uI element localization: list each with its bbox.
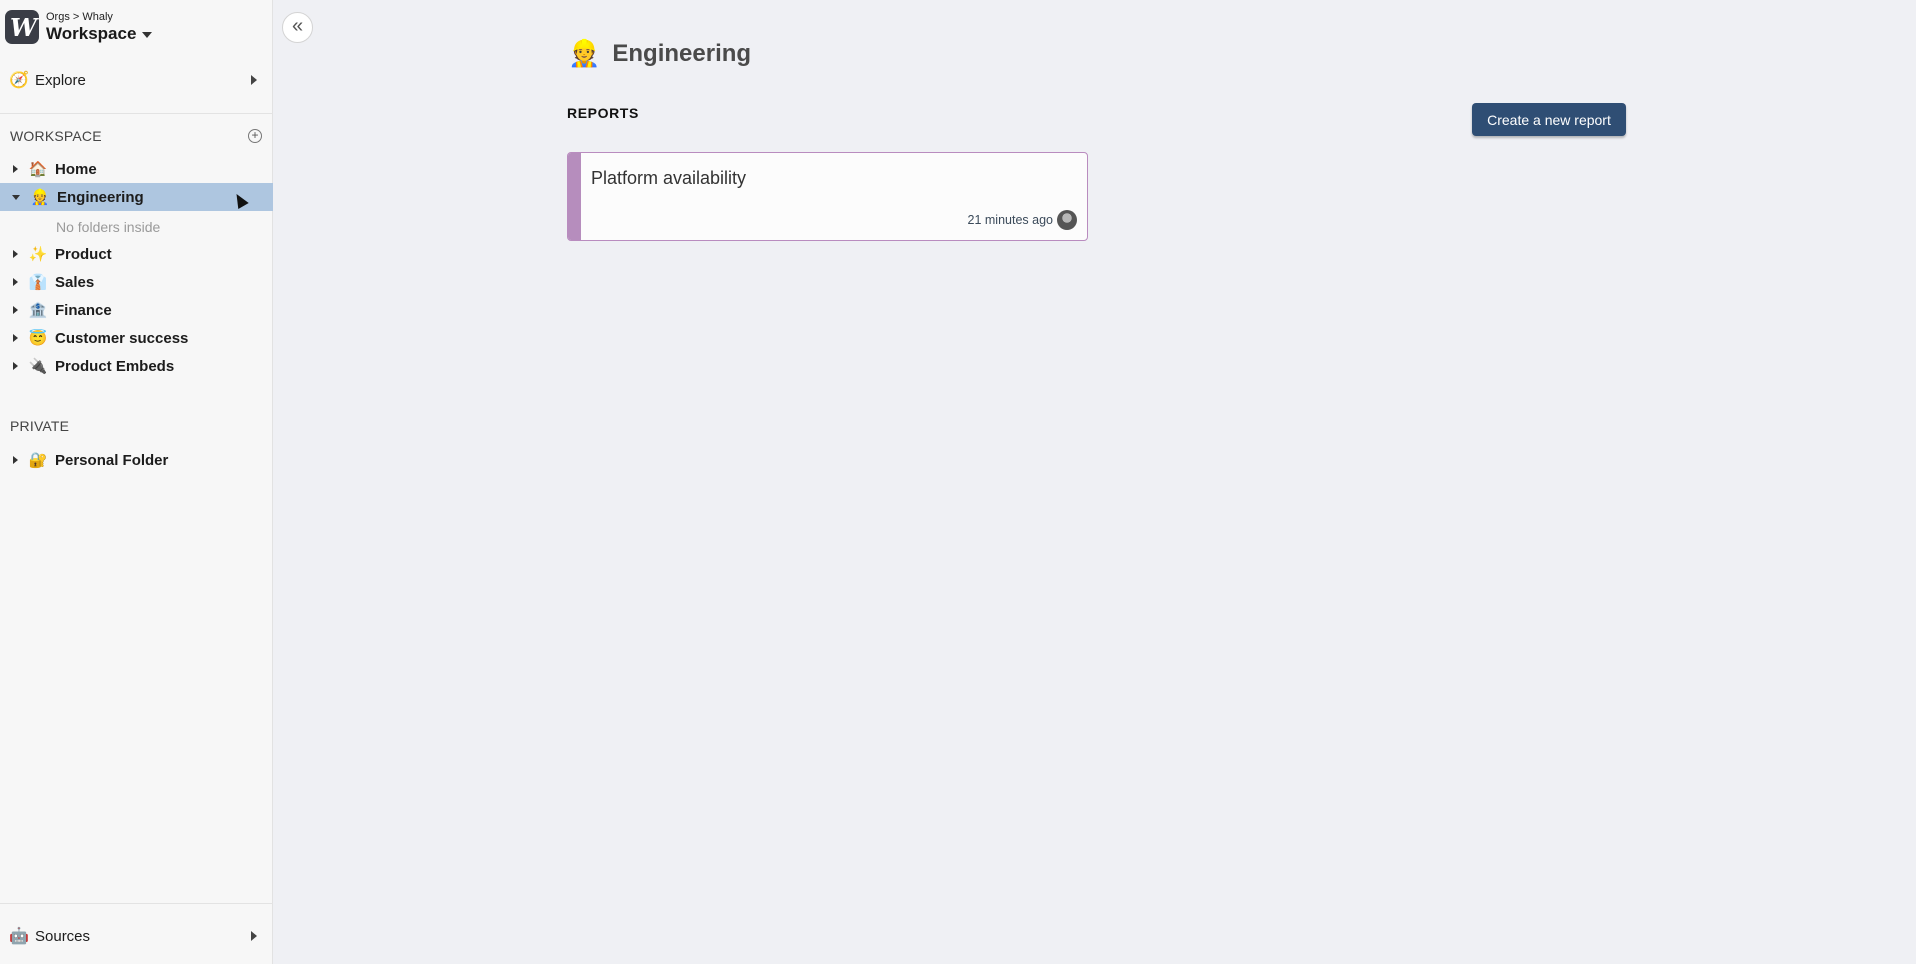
tree-item-sales[interactable]: 👔 Sales bbox=[0, 268, 273, 296]
page-title: 👷 Engineering bbox=[568, 38, 751, 69]
nav-explore[interactable]: 🧭 Explore bbox=[0, 66, 273, 94]
robot-icon: 🤖 bbox=[9, 928, 29, 945]
bank-icon: 🏦 bbox=[28, 302, 48, 319]
tree-item-label: Product Embeds bbox=[55, 357, 175, 375]
house-icon: 🏠 bbox=[28, 161, 48, 178]
tree-item-personal-folder[interactable]: 🔐 Personal Folder bbox=[0, 446, 273, 474]
tree-item-label: Home bbox=[55, 160, 97, 178]
tree-item-label: Customer success bbox=[55, 329, 189, 347]
caret-down-icon[interactable] bbox=[12, 194, 20, 200]
tree-item-label: Personal Folder bbox=[55, 451, 169, 469]
tree-item-label: Engineering bbox=[57, 188, 144, 206]
report-updated: 21 minutes ago bbox=[967, 213, 1053, 227]
tree-item-finance[interactable]: 🏦 Finance bbox=[0, 296, 273, 324]
caret-right-icon[interactable] bbox=[13, 456, 18, 464]
chevron-down-icon bbox=[142, 32, 153, 38]
tree-item-product[interactable]: ✨ Product bbox=[0, 240, 273, 268]
compass-icon: 🧭 bbox=[9, 72, 29, 89]
workspace-section-heading: WORKSPACE bbox=[10, 128, 102, 144]
plug-icon: 🔌 bbox=[28, 358, 48, 375]
caret-right-icon[interactable] bbox=[13, 165, 18, 173]
empty-folder-note: No folders inside bbox=[56, 219, 161, 235]
nav-sources-label: Sources bbox=[35, 927, 91, 945]
brand-text: Orgs > Whaly Workspace bbox=[46, 10, 153, 44]
tree-item-customer-success[interactable]: 😇 Customer success bbox=[0, 324, 273, 352]
caret-right-icon[interactable] bbox=[13, 362, 18, 370]
divider bbox=[0, 903, 273, 904]
workspace-label: Workspace bbox=[46, 24, 137, 43]
workspace-switcher[interactable]: W Orgs > Whaly Workspace bbox=[5, 9, 153, 45]
chevron-right-icon bbox=[251, 75, 257, 85]
caret-right-icon[interactable] bbox=[13, 306, 18, 314]
sidebar: W Orgs > Whaly Workspace 🧭 Explore WORKS… bbox=[0, 0, 273, 964]
private-section-heading: PRIVATE bbox=[10, 418, 70, 434]
org-breadcrumb: Orgs > Whaly bbox=[46, 11, 113, 23]
chevron-right-icon bbox=[251, 931, 257, 941]
tree-item-label: Finance bbox=[55, 301, 112, 319]
tree-item-home[interactable]: 🏠 Home bbox=[0, 155, 273, 183]
card-accent bbox=[568, 153, 581, 240]
tree-item-label: Sales bbox=[55, 273, 95, 291]
smiling-halo-icon: 😇 bbox=[28, 330, 48, 347]
report-meta: 21 minutes ago bbox=[968, 210, 1077, 230]
nav-explore-label: Explore bbox=[35, 71, 86, 89]
divider bbox=[0, 113, 273, 114]
report-card[interactable]: Platform availability 21 minutes ago bbox=[567, 152, 1088, 241]
avatar bbox=[1057, 210, 1077, 230]
page-title-text: Engineering bbox=[612, 39, 752, 67]
tree-item-label: Product bbox=[55, 245, 112, 263]
caret-right-icon[interactable] bbox=[13, 278, 18, 286]
workspace-title[interactable]: Workspace bbox=[46, 24, 153, 44]
create-report-button[interactable]: Create a new report bbox=[1472, 103, 1626, 136]
construction-worker-icon: 👷 bbox=[30, 189, 50, 206]
caret-right-icon[interactable] bbox=[13, 250, 18, 258]
whaly-logo: W bbox=[5, 10, 39, 44]
sparkles-icon: ✨ bbox=[28, 246, 48, 263]
caret-right-icon[interactable] bbox=[13, 334, 18, 342]
businessman-icon: 👔 bbox=[28, 274, 48, 291]
lock-key-icon: 🔐 bbox=[28, 452, 48, 469]
construction-worker-icon: 👷 bbox=[568, 38, 601, 68]
collapse-sidebar-button[interactable]: « bbox=[282, 12, 313, 43]
report-title: Platform availability bbox=[591, 168, 747, 188]
nav-sources[interactable]: 🤖 Sources bbox=[0, 922, 273, 950]
add-folder-icon[interactable]: + bbox=[248, 129, 262, 143]
tree-item-product-embeds[interactable]: 🔌 Product Embeds bbox=[0, 352, 273, 380]
reports-heading: REPORTS bbox=[567, 105, 639, 121]
